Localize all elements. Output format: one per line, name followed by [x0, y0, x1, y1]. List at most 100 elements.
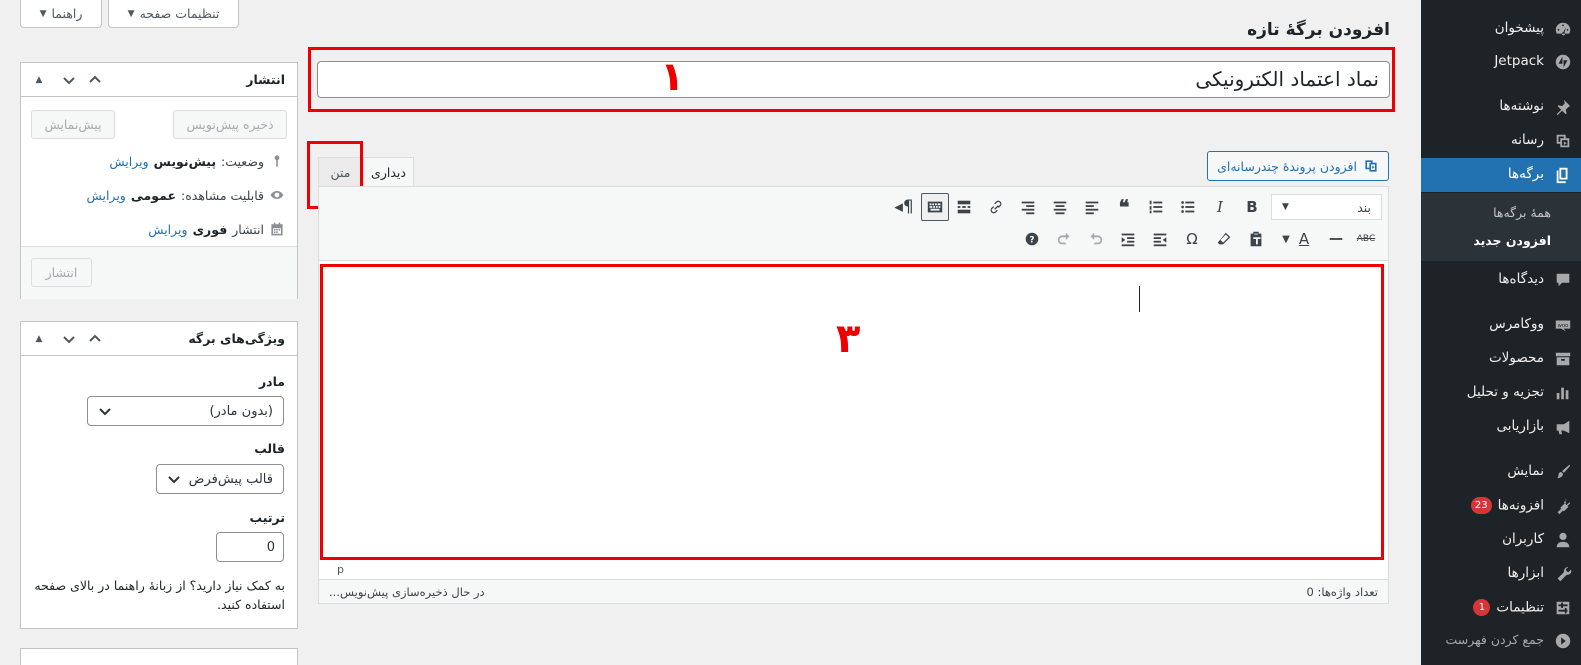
read-more-button[interactable]: [950, 193, 978, 221]
pages-submenu: همهٔ برگه‌ها افزودن جدید: [1421, 193, 1581, 261]
keyboard-shortcuts-button[interactable]: ?: [1018, 225, 1046, 253]
order-label: ترتیب: [249, 510, 286, 525]
preview-button[interactable]: پیش‌نمایش: [31, 110, 115, 139]
page-attributes-box: ویژگی‌های برگه ▲ مادر (بدون مادر) قالب ق…: [20, 321, 298, 629]
indent-icon: [1121, 233, 1135, 247]
archive-icon: [1553, 349, 1573, 369]
numbered-list-button[interactable]: [1142, 193, 1170, 221]
page-title: افزودن برگهٔ تازه: [1247, 20, 1390, 40]
outdent-icon: [1153, 233, 1167, 247]
align-left-button[interactable]: [1078, 193, 1106, 221]
bold-button[interactable]: B: [1238, 193, 1266, 221]
text-color-button[interactable]: A: [1290, 225, 1318, 253]
publish-actions: انتشار: [21, 246, 297, 299]
status-row: وضعیت: پیش‌نویس ویرایش: [109, 153, 285, 169]
caret-down-icon: ▼: [39, 8, 47, 19]
menu-item-appearance[interactable]: نمایش: [1421, 455, 1581, 489]
page-attributes-header: ویژگی‌های برگه ▲: [21, 322, 297, 356]
blockquote-button[interactable]: ❝: [1110, 193, 1138, 221]
parent-label: مادر: [258, 374, 285, 389]
chevron-down-icon: [63, 77, 75, 85]
help-text: به کمک نیاز دارید؟ از زبانهٔ راهنما در ب…: [34, 578, 285, 612]
special-character-button[interactable]: Ω: [1178, 225, 1206, 253]
toggle-panel-icon[interactable]: ▲: [29, 70, 49, 90]
brush-icon: [1553, 462, 1573, 482]
media-icon: [1553, 131, 1573, 151]
editor-content-area[interactable]: [319, 262, 1388, 562]
menu-item-users[interactable]: کاربران: [1421, 523, 1581, 557]
move-up-button[interactable]: [85, 329, 105, 349]
edit-status-link[interactable]: ویرایش: [109, 154, 148, 169]
submenu-all-pages[interactable]: همهٔ برگه‌ها: [1493, 205, 1551, 220]
menu-item-woocommerce[interactable]: woo ووکامرس: [1421, 308, 1581, 342]
calendar-icon: [271, 222, 283, 236]
italic-button[interactable]: I: [1206, 193, 1234, 221]
menu-item-analytics[interactable]: تجزیه و تحلیل: [1421, 376, 1581, 410]
outdent-button[interactable]: [1146, 225, 1174, 253]
menu-item-tools[interactable]: ابزارها: [1421, 557, 1581, 591]
parent-select[interactable]: (بدون مادر): [87, 396, 284, 426]
menu-item-pages[interactable]: برگه‌ها: [1413, 158, 1581, 192]
settings-icon: [1553, 598, 1573, 618]
align-center-button[interactable]: [1046, 193, 1074, 221]
redo-button[interactable]: [1050, 225, 1078, 253]
menu-item-posts[interactable]: نوشته‌ها: [1421, 90, 1581, 124]
menu-item-settings[interactable]: تنظیمات1: [1421, 591, 1581, 625]
clear-formatting-button[interactable]: [1210, 225, 1238, 253]
read-more-icon: [957, 200, 971, 214]
edit-visibility-link[interactable]: ویرایش: [87, 188, 126, 203]
strikethrough-button[interactable]: ABC: [1352, 225, 1380, 253]
link-button[interactable]: [982, 193, 1010, 221]
toolbar-toggle-button[interactable]: [921, 193, 949, 221]
publish-box: انتشار ▲ ذخیره پیش‌نویس پیش‌نمایش وضعیت:…: [20, 62, 298, 299]
menu-item-marketing[interactable]: بازاریابی: [1421, 410, 1581, 444]
submenu-add-new[interactable]: افزودن جدید: [1473, 233, 1551, 248]
title-input[interactable]: نماد اعتماد الکترونیکی: [317, 61, 1390, 98]
indent-button[interactable]: [1114, 225, 1142, 253]
align-right-button[interactable]: [1014, 193, 1042, 221]
template-select[interactable]: قالب پیش‌فرض: [156, 464, 284, 494]
save-draft-button[interactable]: ذخیره پیش‌نویس: [173, 110, 287, 139]
edit-publish-time-link[interactable]: ویرایش: [148, 222, 187, 237]
add-media-button[interactable]: افزودن پروندهٔ چندرسانه‌ای: [1207, 151, 1389, 181]
collapse-icon: [1553, 631, 1573, 651]
screen-options-button[interactable]: تنظیمات صفحه ▼: [108, 0, 239, 28]
move-down-button[interactable]: [59, 70, 79, 90]
align-right-icon: [1021, 201, 1035, 215]
text-color-caret-icon[interactable]: ▼: [1278, 225, 1294, 253]
svg-text:woo: woo: [1558, 323, 1569, 329]
help-button[interactable]: راهنما ▼: [20, 0, 102, 28]
redo-icon: [1057, 232, 1070, 245]
chart-icon: [1553, 383, 1573, 403]
menu-item-media[interactable]: رسانه: [1421, 124, 1581, 158]
chevron-up-icon: [89, 334, 101, 342]
undo-icon: [1090, 232, 1103, 245]
menu-item-comments[interactable]: دیدگاه‌ها: [1421, 263, 1581, 297]
collapse-menu[interactable]: جمع کردن فهرست: [1421, 624, 1581, 658]
toggle-panel-icon[interactable]: ▲: [29, 329, 49, 349]
settings-update-badge: 1: [1473, 599, 1491, 616]
paste-as-text-button[interactable]: [1242, 225, 1270, 253]
order-input[interactable]: 0: [216, 532, 284, 562]
chevron-down-icon: [168, 476, 180, 484]
menu-item-products[interactable]: محصولات: [1421, 342, 1581, 376]
format-select[interactable]: بند ▼: [1271, 194, 1382, 220]
tab-text[interactable]: متن: [318, 157, 363, 186]
admin-sidebar: پیشخوان Jetpack نوشته‌ها رسانه برگه‌ها ه…: [1413, 0, 1581, 665]
move-up-button[interactable]: [85, 70, 105, 90]
bullet-list-button[interactable]: [1174, 193, 1202, 221]
undo-button[interactable]: [1082, 225, 1110, 253]
pin-icon: [274, 155, 280, 167]
menu-item-dashboard[interactable]: پیشخوان: [1421, 12, 1581, 46]
menu-item-jetpack[interactable]: Jetpack: [1421, 45, 1581, 79]
wrench-icon: [1553, 564, 1573, 584]
horizontal-line-button[interactable]: [1322, 225, 1350, 253]
help-icon: ?: [1025, 232, 1039, 246]
chevron-down-icon: [99, 408, 111, 416]
numbered-list-icon: [1149, 200, 1163, 214]
paragraph-direction-button[interactable]: ¶◂: [890, 193, 918, 221]
menu-item-plugins[interactable]: افزونه‌ها23: [1421, 489, 1581, 523]
caret-down-icon: ▼: [127, 8, 135, 19]
move-down-button[interactable]: [59, 329, 79, 349]
publish-button[interactable]: انتشار: [31, 258, 92, 287]
